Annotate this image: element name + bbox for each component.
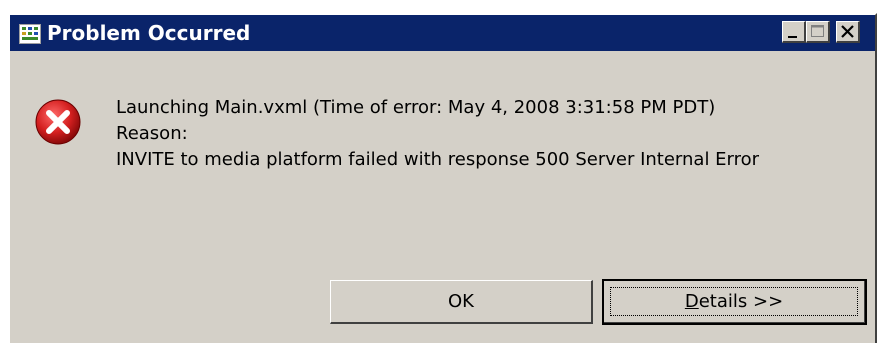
app-icon bbox=[19, 24, 41, 44]
minimize-button[interactable] bbox=[782, 21, 806, 43]
details-button[interactable]: Details >> bbox=[602, 279, 867, 325]
close-icon bbox=[841, 25, 854, 38]
window-title: Problem Occurred bbox=[47, 21, 251, 45]
error-message: Launching Main.vxml (Time of error: May … bbox=[116, 95, 759, 173]
problem-dialog: Problem Occurred Launching Main.vxml (Ti… bbox=[8, 13, 877, 343]
error-icon bbox=[35, 99, 81, 145]
maximize-icon bbox=[811, 25, 824, 37]
ok-button[interactable]: OK bbox=[330, 280, 593, 324]
message-line-reason: Reason: bbox=[116, 123, 188, 144]
message-line-launching: Launching Main.vxml (Time of error: May … bbox=[116, 97, 716, 118]
message-line-detail: INVITE to media platform failed with res… bbox=[116, 149, 760, 170]
ok-button-label: OK bbox=[448, 291, 474, 312]
maximize-button[interactable] bbox=[806, 21, 830, 43]
minimize-icon bbox=[788, 36, 797, 38]
focus-rectangle bbox=[610, 287, 858, 316]
title-bar[interactable]: Problem Occurred bbox=[10, 15, 875, 51]
close-button[interactable] bbox=[836, 21, 860, 43]
